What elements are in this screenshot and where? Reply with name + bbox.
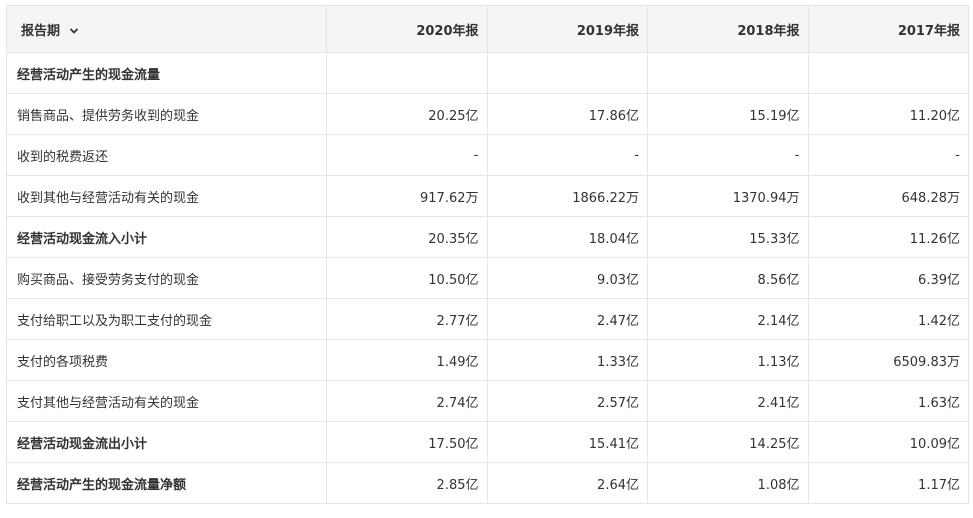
row-value: 2.77亿 — [326, 298, 488, 340]
row-value: 11.20亿 — [807, 93, 969, 135]
chevron-down-icon — [69, 28, 78, 34]
row-value: - — [486, 134, 648, 176]
row-value: 18.04亿 — [486, 216, 648, 258]
row-label: 购买商品、接受劳务支付的现金 — [6, 257, 327, 299]
row-value: 2.47亿 — [486, 298, 648, 340]
row-label: 经营活动产生的现金流量净额 — [6, 462, 327, 504]
row-value: 2.64亿 — [486, 462, 648, 504]
row-value: 2.14亿 — [647, 298, 809, 340]
table-row: 收到的税费返还 - - - - — [6, 134, 969, 176]
row-label: 支付其他与经营活动有关的现金 — [6, 380, 327, 422]
table-row: 支付的各项税费 1.49亿 1.33亿 1.13亿 6509.83万 — [6, 339, 969, 381]
row-value: 17.50亿 — [326, 421, 488, 463]
row-value: 20.35亿 — [326, 216, 488, 258]
year-header-2020: 2020年报 — [326, 5, 488, 53]
table-row: 经营活动现金流出小计 17.50亿 15.41亿 14.25亿 10.09亿 — [6, 421, 969, 463]
row-value: 15.41亿 — [486, 421, 648, 463]
row-value: 17.86亿 — [486, 93, 648, 135]
year-header-2019: 2019年报 — [486, 5, 648, 53]
row-value: 1.17亿 — [807, 462, 969, 504]
row-value: 9.03亿 — [486, 257, 648, 299]
row-value: 8.56亿 — [647, 257, 809, 299]
row-label: 经营活动产生的现金流量 — [6, 52, 327, 94]
row-value: 2.41亿 — [647, 380, 809, 422]
row-label: 销售商品、提供劳务收到的现金 — [6, 93, 327, 135]
row-value: 1.08亿 — [647, 462, 809, 504]
row-value: 1.33亿 — [486, 339, 648, 381]
row-value: 1370.94万 — [647, 175, 809, 217]
row-label: 收到的税费返还 — [6, 134, 327, 176]
report-period-selector[interactable]: 报告期 — [6, 5, 327, 53]
row-label: 经营活动现金流入小计 — [6, 216, 327, 258]
row-value: 1866.22万 — [486, 175, 648, 217]
row-value: 1.63亿 — [807, 380, 969, 422]
row-value: - — [807, 134, 969, 176]
row-label: 经营活动现金流出小计 — [6, 421, 327, 463]
row-value: 15.19亿 — [647, 93, 809, 135]
table-row: 购买商品、接受劳务支付的现金 10.50亿 9.03亿 8.56亿 6.39亿 — [6, 257, 969, 299]
row-value: 11.26亿 — [807, 216, 969, 258]
row-value: 10.09亿 — [807, 421, 969, 463]
row-value: 2.57亿 — [486, 380, 648, 422]
year-header-2018: 2018年报 — [647, 5, 809, 53]
row-label: 支付给职工以及为职工支付的现金 — [6, 298, 327, 340]
row-value — [326, 52, 488, 94]
row-value: 1.13亿 — [647, 339, 809, 381]
table-row: 经营活动现金流入小计 20.35亿 18.04亿 15.33亿 11.26亿 — [6, 216, 969, 258]
row-value: 6.39亿 — [807, 257, 969, 299]
row-value: - — [647, 134, 809, 176]
row-value: 648.28万 — [807, 175, 969, 217]
report-period-label: 报告期 — [21, 23, 61, 39]
table-row: 经营活动产生的现金流量 — [6, 52, 969, 94]
table-body: 经营活动产生的现金流量 销售商品、提供劳务收到的现金 20.25亿 17.86亿 15.… — [6, 52, 969, 504]
row-value: 2.74亿 — [326, 380, 488, 422]
row-value: 6509.83万 — [807, 339, 969, 381]
row-label: 支付的各项税费 — [6, 339, 327, 381]
table-row: 销售商品、提供劳务收到的现金 20.25亿 17.86亿 15.19亿 11.20亿 — [6, 93, 969, 135]
table-row: 收到其他与经营活动有关的现金 917.62万 1866.22万 1370.94万 648… — [6, 175, 969, 217]
table-row: 经营活动产生的现金流量净额 2.85亿 2.64亿 1.08亿 1.17亿 — [6, 462, 969, 504]
row-value: 20.25亿 — [326, 93, 488, 135]
year-header-2017: 2017年报 — [807, 5, 969, 53]
row-value: 1.42亿 — [807, 298, 969, 340]
table-row: 支付其他与经营活动有关的现金 2.74亿 2.57亿 2.41亿 1.63亿 — [6, 380, 969, 422]
row-value: 2.85亿 — [326, 462, 488, 504]
row-value: 14.25亿 — [647, 421, 809, 463]
table-header-row: 报告期 2020年报 2019年报 2018年报 2017年报 — [6, 5, 969, 53]
table-row: 支付给职工以及为职工支付的现金 2.77亿 2.47亿 2.14亿 1.42亿 — [6, 298, 969, 340]
row-value: 15.33亿 — [647, 216, 809, 258]
row-label: 收到其他与经营活动有关的现金 — [6, 175, 327, 217]
row-value: - — [326, 134, 488, 176]
row-value: 917.62万 — [326, 175, 488, 217]
cashflow-table-container: 报告期 2020年报 2019年报 2018年报 2017年报 经营活动产生的现… — [0, 0, 973, 518]
row-value: 10.50亿 — [326, 257, 488, 299]
row-value — [807, 52, 969, 94]
row-value — [647, 52, 809, 94]
row-value — [486, 52, 648, 94]
row-value: 1.49亿 — [326, 339, 488, 381]
cashflow-table: 报告期 2020年报 2019年报 2018年报 2017年报 经营活动产生的现… — [6, 5, 969, 504]
